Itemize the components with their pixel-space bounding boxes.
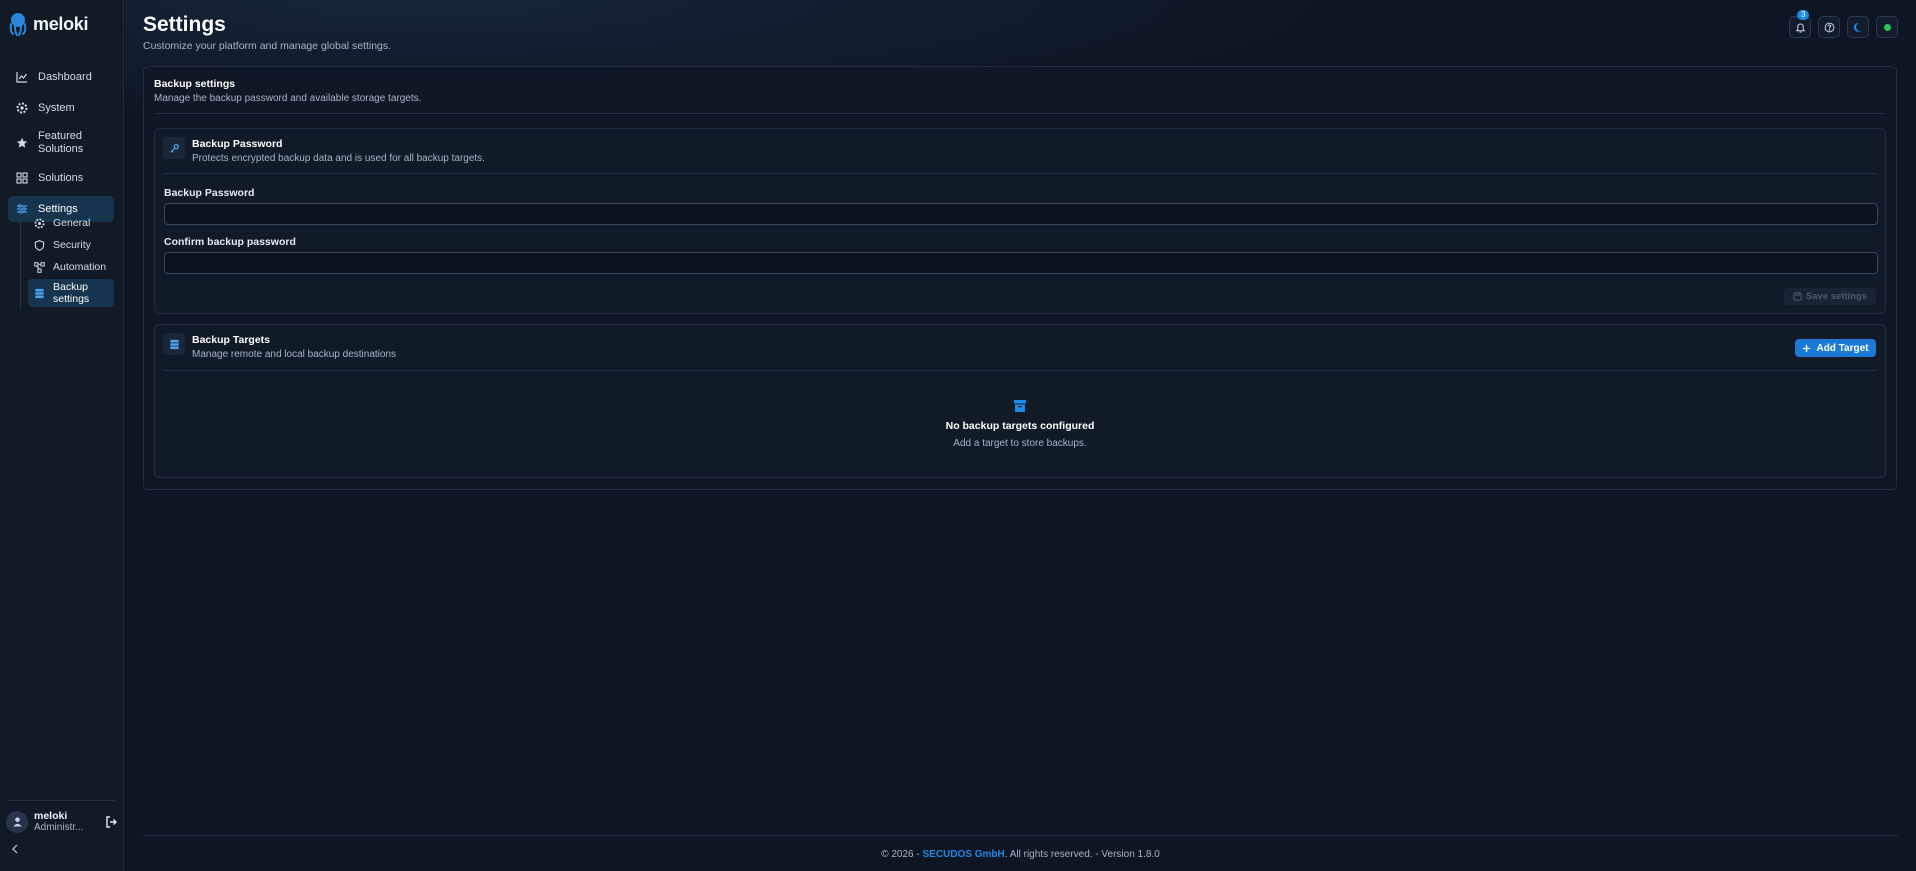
card-subtitle: Manage the backup password and available…: [154, 93, 422, 104]
confirm-password-label: Confirm backup password: [164, 236, 296, 248]
sidebar-item-solutions[interactable]: Solutions: [8, 165, 114, 191]
subnav-item-general[interactable]: General: [28, 213, 114, 233]
sidebar-item-label: Solutions: [38, 172, 84, 184]
sidebar-item-label: System: [38, 102, 75, 114]
panel-header: Backup Targets Manage remote and local b…: [163, 333, 396, 360]
panel-title: Backup Password: [192, 138, 283, 150]
help-circle-icon: [1824, 22, 1834, 32]
user-role: Administr...: [34, 822, 84, 833]
save-settings-button[interactable]: Save settings: [1784, 288, 1876, 305]
gear-icon: [34, 217, 45, 229]
star-icon: [16, 137, 28, 149]
empty-state: No backup targets configured Add a targe…: [155, 399, 1885, 449]
theme-toggle-button[interactable]: [1847, 16, 1869, 38]
empty-state-title: No backup targets configured: [945, 420, 1095, 432]
user-icon: [12, 817, 22, 827]
footer-brand-link[interactable]: SECUDOS GmbH: [922, 849, 1004, 860]
backup-targets-panel: Backup Targets Manage remote and local b…: [154, 324, 1886, 478]
page-subtitle: Customize your platform and manage globa…: [143, 40, 392, 52]
save-icon: [1793, 292, 1802, 301]
database-icon: [34, 288, 45, 299]
backup-password-label: Backup Password: [164, 187, 255, 199]
panel-icon-box: [163, 137, 185, 159]
plus-icon: [1803, 344, 1811, 352]
save-settings-label: Save settings: [1805, 291, 1868, 302]
app-logo[interactable]: meloki: [8, 12, 89, 36]
sidebar-item-dashboard[interactable]: Dashboard: [8, 64, 114, 90]
sidebar: meloki Dashboard System Featured Solutio…: [0, 0, 124, 871]
divider: [154, 113, 1886, 114]
subnav-item-label: Security: [53, 239, 91, 251]
help-button[interactable]: [1818, 16, 1840, 38]
confirm-password-input[interactable]: [164, 252, 1878, 274]
user-profile: meloki Administr...: [6, 810, 118, 833]
header-actions: 3: [1789, 10, 1898, 38]
sidebar-nav: Dashboard System Featured Solutions Solu…: [8, 64, 114, 227]
sidebar-item-featured-solutions[interactable]: Featured Solutions: [8, 126, 114, 160]
sidebar-item-system[interactable]: System: [8, 95, 114, 121]
settings-subnav: General Security Automation Backup setti…: [20, 213, 114, 309]
main-content: Settings Customize your platform and man…: [125, 0, 1916, 871]
subnav-item-automation[interactable]: Automation: [28, 257, 114, 277]
divider: [163, 370, 1877, 371]
add-target-button[interactable]: Add Target: [1795, 339, 1876, 357]
octopus-logo-icon: [9, 13, 27, 36]
collapse-sidebar-icon[interactable]: [9, 843, 21, 855]
sidebar-divider: [8, 800, 115, 801]
footer-divider: [143, 835, 1898, 836]
panel-title: Backup Targets: [192, 334, 270, 346]
empty-state-subtitle: Add a target to store backups.: [953, 438, 1087, 449]
notifications-button[interactable]: 3: [1789, 10, 1811, 38]
gear-icon: [16, 102, 28, 114]
chart-line-icon: [16, 71, 28, 83]
backup-password-panel: Backup Password Protects encrypted backu…: [154, 128, 1886, 314]
key-icon: [169, 143, 179, 153]
subnav-item-backup-settings[interactable]: Backup settings: [28, 279, 114, 307]
app-name: meloki: [33, 13, 89, 34]
workflow-icon: [34, 261, 45, 273]
backup-settings-card: Backup settings Manage the backup passwo…: [143, 66, 1897, 490]
card-title: Backup settings: [154, 78, 236, 90]
sidebar-item-label: Featured Solutions: [38, 130, 84, 155]
subnav-item-label: Backup settings: [53, 281, 90, 305]
subnav-item-security[interactable]: Security: [28, 235, 114, 255]
footer-version: . All rights reserved. - Version 1.8.0: [1004, 849, 1160, 860]
panel-subtitle: Manage remote and local backup destinati…: [192, 349, 397, 360]
backup-password-input[interactable]: [164, 203, 1878, 225]
panel-header: Backup Password Protects encrypted backu…: [163, 137, 485, 164]
bell-icon: [1795, 23, 1805, 33]
page-title: Settings: [143, 13, 226, 36]
logout-icon[interactable]: [104, 815, 118, 829]
shield-icon: [34, 239, 45, 251]
panel-icon-box: [163, 333, 185, 355]
notification-count-badge: 3: [1797, 10, 1810, 20]
subnav-item-label: General: [53, 217, 91, 229]
divider: [163, 173, 1877, 174]
grid-icon: [16, 172, 28, 184]
avatar[interactable]: [6, 810, 28, 833]
panel-subtitle: Protects encrypted backup data and is us…: [192, 153, 485, 164]
subnav-item-label: Automation: [53, 261, 107, 273]
online-status-dot: [1883, 23, 1891, 31]
footer-copyright: © 2026 -: [881, 849, 923, 860]
archive-icon: [1014, 400, 1026, 412]
status-indicator-button[interactable]: [1876, 16, 1898, 38]
sidebar-item-label: Dashboard: [38, 71, 92, 83]
user-name: meloki: [34, 810, 68, 822]
footer: © 2026 - SECUDOS GmbH. All rights reserv…: [125, 849, 1916, 860]
moon-icon: [1853, 22, 1861, 32]
database-icon: [169, 339, 179, 349]
add-target-label: Add Target: [1816, 342, 1869, 354]
